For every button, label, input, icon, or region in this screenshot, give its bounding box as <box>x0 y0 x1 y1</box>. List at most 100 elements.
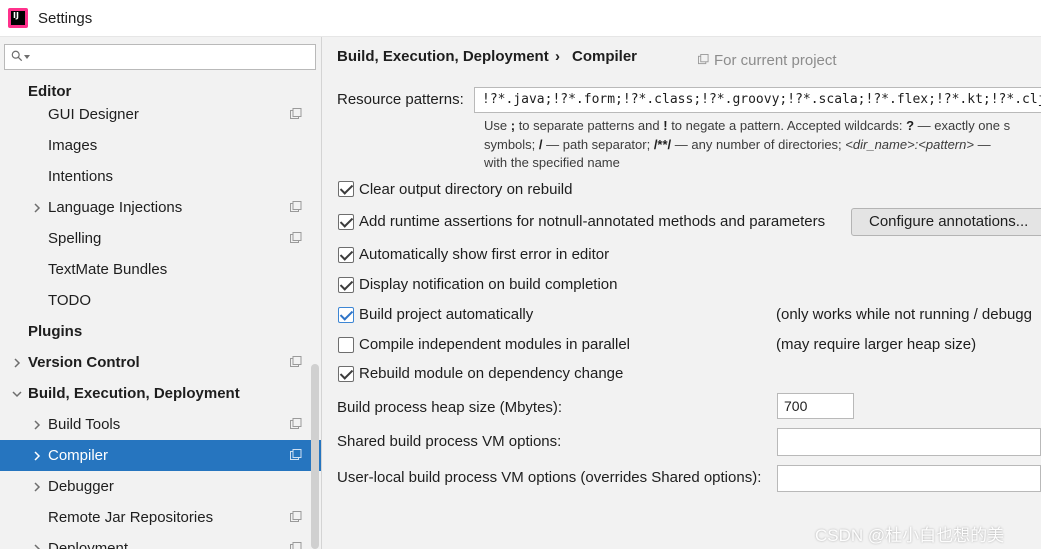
breadcrumb-separator: › <box>555 48 560 65</box>
compiler-settings-panel: Build, Execution, Deployment › Compiler … <box>323 37 1041 549</box>
sidebar-item-label: Debugger <box>48 478 114 495</box>
shared-vm-options-input[interactable] <box>777 428 1041 456</box>
user-vm-options-input[interactable] <box>777 465 1041 492</box>
chevron-right-icon[interactable] <box>32 420 42 430</box>
sidebar-item-debugger[interactable]: Debugger <box>0 471 321 502</box>
title-bar: Settings <box>0 0 1041 37</box>
chevron-right-icon[interactable] <box>32 544 42 549</box>
project-scope-icon <box>290 108 302 119</box>
sidebar-item-label: GUI Designer <box>48 106 139 123</box>
sidebar-item-label: Build, Execution, Deployment <box>28 385 240 402</box>
heap-size-input[interactable]: 700 <box>777 393 854 419</box>
sidebar-item-label: TextMate Bundles <box>48 261 168 278</box>
build-notification-checkbox[interactable] <box>338 277 354 293</box>
resource-patterns-hint-line-3: with the specified name <box>484 155 620 170</box>
hint-text: — path separator; <box>542 137 654 152</box>
parallel-compile-checkbox[interactable] <box>338 337 354 353</box>
clear-output-label[interactable]: Clear output directory on rebuild <box>359 181 572 198</box>
sidebar-item-textmate-bundles[interactable]: TextMate Bundles <box>0 254 321 285</box>
hint-question: ? <box>906 118 915 133</box>
sidebar-item-language-injections[interactable]: Language Injections <box>0 192 321 223</box>
project-scope-icon <box>290 449 302 460</box>
sidebar-item-label: Spelling <box>48 230 102 247</box>
heap-size-label: Build process heap size (Mbytes): <box>337 399 563 416</box>
hint-text: — exactly one s <box>914 118 1011 133</box>
clear-output-checkbox[interactable] <box>338 181 354 197</box>
hint-text: — any number of directories; <box>671 137 846 152</box>
chevron-down-icon[interactable] <box>12 389 22 399</box>
rebuild-on-dependency-checkbox[interactable] <box>338 366 354 382</box>
sidebar-item-todo[interactable]: TODO <box>0 285 321 316</box>
sidebar-item-compiler[interactable]: Compiler <box>0 440 321 471</box>
build-automatically-label[interactable]: Build project automatically <box>359 306 533 323</box>
search-input[interactable] <box>35 48 305 66</box>
project-scope-icon <box>290 511 302 522</box>
resource-patterns-hint-line-2: symbols; / — path separator; /**/ — any … <box>484 137 991 152</box>
sidebar-item-label: TODO <box>48 292 92 309</box>
sidebar-item-label: Remote Jar Repositories <box>48 509 214 526</box>
show-first-error-label[interactable]: Automatically show first error in editor <box>359 246 609 263</box>
hint-text: to separate patterns and <box>515 118 664 133</box>
chevron-right-icon[interactable] <box>32 482 42 492</box>
page-title: Compiler <box>572 48 638 65</box>
project-scope-icon <box>290 201 302 212</box>
project-scope-icon <box>698 54 709 65</box>
show-first-error-checkbox[interactable] <box>338 247 354 263</box>
sidebar-item-label: Plugins <box>28 323 83 340</box>
sidebar-item-intentions[interactable]: Intentions <box>0 161 321 192</box>
project-scope-icon <box>290 418 302 429</box>
intellij-app-icon <box>8 8 28 28</box>
watermark: CSDN @杜小白也想的美 <box>815 526 1005 545</box>
hint-text: to negate a pattern. Accepted wildcards: <box>667 118 907 133</box>
project-scope-icon <box>290 232 302 243</box>
search-box[interactable] <box>4 44 316 70</box>
sidebar-item-label: Compiler <box>48 447 109 464</box>
resource-patterns-label: Resource patterns: <box>337 91 464 108</box>
chevron-right-icon[interactable] <box>12 358 22 368</box>
sidebar-item-version-control[interactable]: Version Control <box>0 347 321 378</box>
sidebar-item-label: Version Control <box>28 354 140 371</box>
shared-vm-options-label: Shared build process VM options: <box>337 433 562 450</box>
sidebar-item-deployment[interactable]: Deployment <box>0 533 321 549</box>
rebuild-on-dependency-label[interactable]: Rebuild module on dependency change <box>359 365 623 382</box>
sidebar-item-label: Deployment <box>48 540 129 549</box>
sidebar-item-label: Intentions <box>48 168 114 185</box>
hint-dir-pattern: <dir_name>:<pattern> <box>845 137 974 152</box>
sidebar-item-images[interactable]: Images <box>0 130 321 161</box>
sidebar-item-build-execution-deployment[interactable]: Build, Execution, Deployment <box>0 378 321 409</box>
search-options-chevron-icon[interactable] <box>24 55 30 59</box>
project-scope-icon <box>290 542 302 549</box>
chevron-right-icon[interactable] <box>32 203 42 213</box>
sidebar-item-label: Images <box>48 137 98 154</box>
runtime-assertions-label[interactable]: Add runtime assertions for notnull-annot… <box>359 213 825 230</box>
user-vm-options-label: User-local build process VM options (ove… <box>337 469 762 486</box>
settings-sidebar: Editor GUI Designer Images Intentions La… <box>0 37 322 549</box>
window-title: Settings <box>38 10 93 27</box>
for-current-project-label: For current project <box>714 52 837 69</box>
hint-any-dirs: /**/ <box>653 137 672 152</box>
sidebar-scrollbar[interactable] <box>311 364 319 549</box>
build-automatically-note: (only works while not running / debugg <box>776 306 1032 323</box>
sidebar-item-plugins[interactable]: Plugins <box>0 316 321 347</box>
sidebar-item-spelling[interactable]: Spelling <box>0 223 321 254</box>
build-automatically-checkbox[interactable] <box>338 307 354 323</box>
resource-patterns-input[interactable]: !?*.java;!?*.form;!?*.class;!?*.groovy;!… <box>474 87 1041 113</box>
sidebar-item-build-tools[interactable]: Build Tools <box>0 409 321 440</box>
runtime-assertions-checkbox[interactable] <box>338 214 354 230</box>
search-icon <box>11 50 23 62</box>
sidebar-item-gui-designer[interactable]: GUI Designer <box>0 99 321 130</box>
chevron-right-icon[interactable] <box>32 451 42 461</box>
parallel-compile-label[interactable]: Compile independent modules in parallel <box>359 336 630 353</box>
build-notification-label[interactable]: Display notification on build completion <box>359 276 617 293</box>
sidebar-item-label: Build Tools <box>48 416 121 433</box>
breadcrumb-parent[interactable]: Build, Execution, Deployment <box>337 48 549 65</box>
hint-text: Use <box>484 118 511 133</box>
sidebar-item-label: Language Injections <box>48 199 183 216</box>
parallel-compile-note: (may require larger heap size) <box>776 336 977 353</box>
resource-patterns-hint-line-1: Use ; to separate patterns and ! to nega… <box>484 118 1010 133</box>
configure-annotations-button[interactable]: Configure annotations... <box>851 208 1041 236</box>
hint-text: — <box>973 137 991 152</box>
project-scope-icon <box>290 356 302 367</box>
hint-text: symbols; <box>484 137 539 152</box>
sidebar-item-remote-jar-repositories[interactable]: Remote Jar Repositories <box>0 502 321 533</box>
